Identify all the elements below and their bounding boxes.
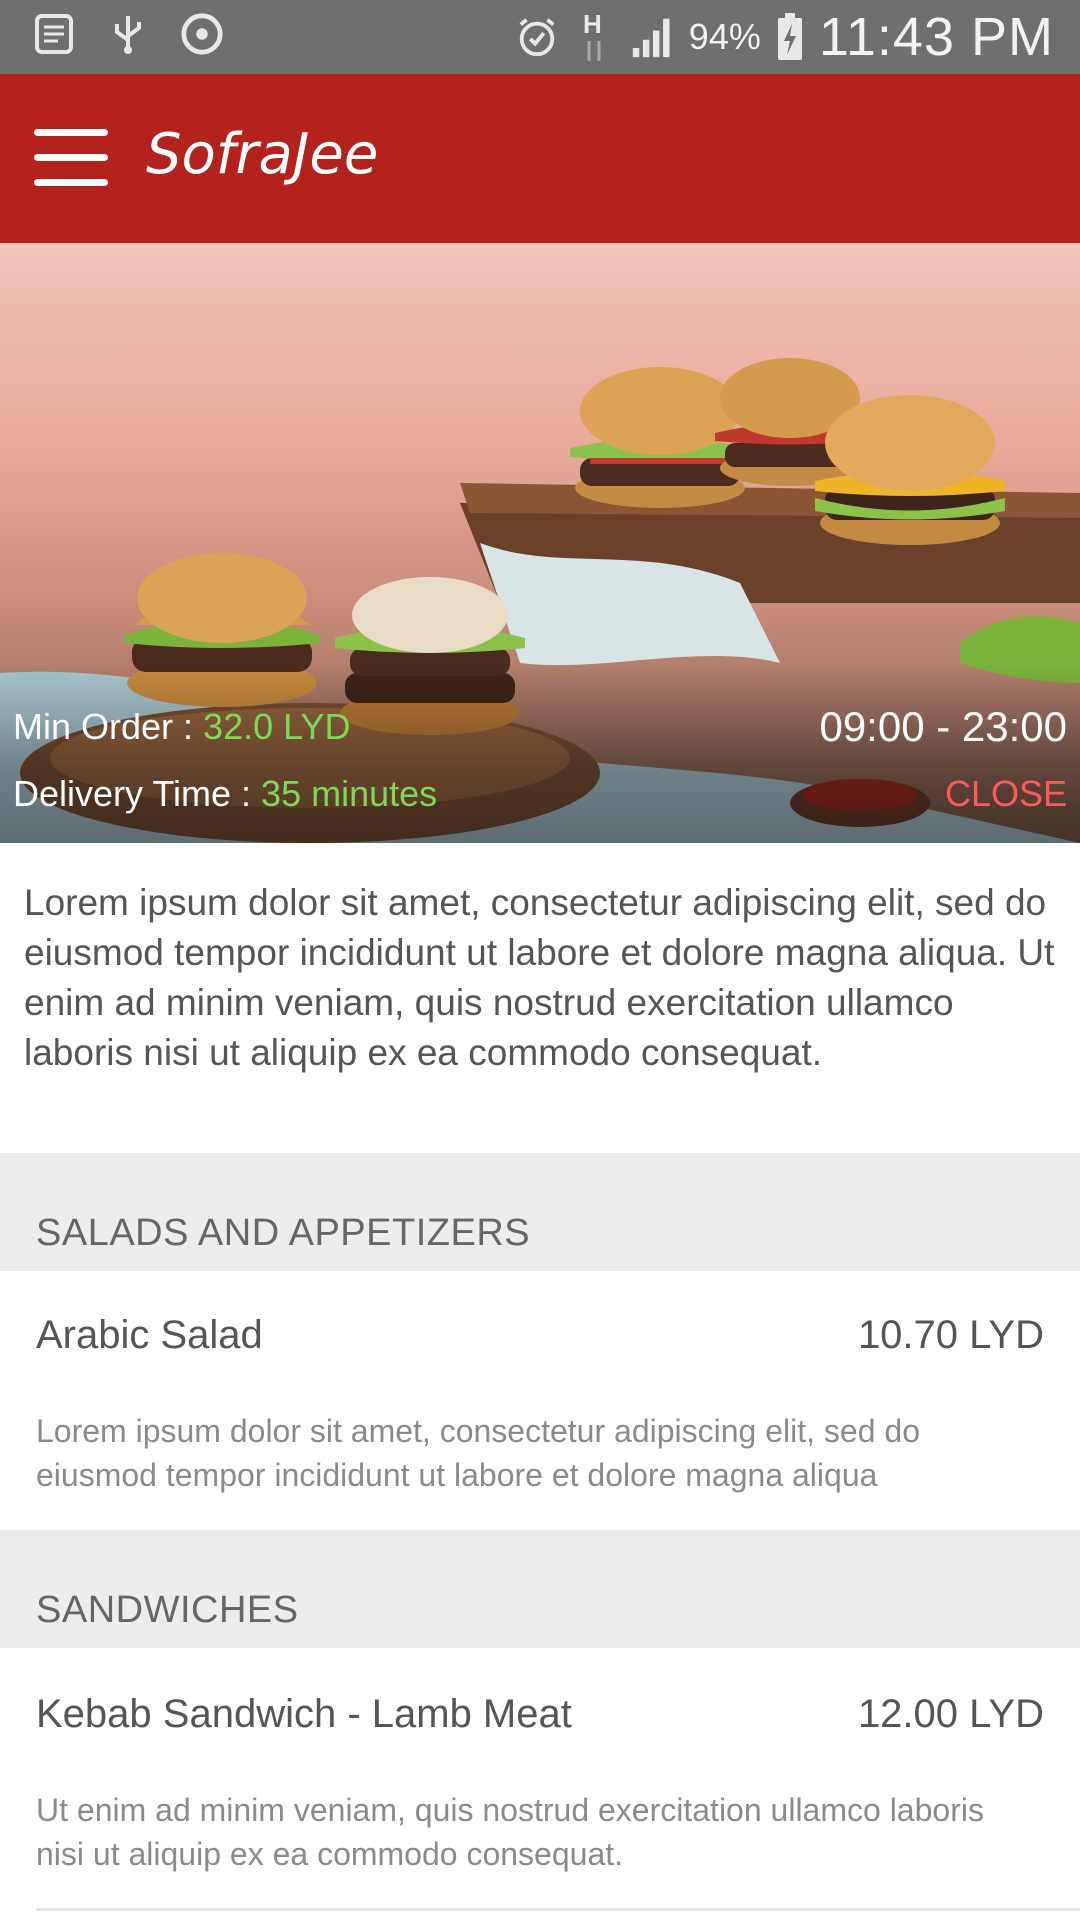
restaurant-hero-image: Min Order : 32.0 LYD 09:00 - 23:00 Deliv… bbox=[0, 243, 1080, 843]
item-name: Kebab Sandwich - Lamb Meat bbox=[36, 1692, 572, 1736]
signal-icon bbox=[631, 15, 675, 59]
hero-info-row-2: Delivery Time : 35 minutes CLOSE bbox=[13, 773, 1067, 815]
delivery-time-value: 35 minutes bbox=[261, 773, 438, 814]
delivery-time: Delivery Time : 35 minutes bbox=[13, 773, 437, 815]
hero-info-row-1: Min Order : 32.0 LYD 09:00 - 23:00 bbox=[13, 703, 1067, 751]
min-order: Min Order : 32.0 LYD bbox=[13, 706, 350, 748]
min-order-value: 32.0 LYD bbox=[203, 706, 351, 747]
svg-text:H: H bbox=[583, 9, 602, 39]
menu-item-arabic-salad[interactable]: Arabic Salad 10.70 LYD Lorem ipsum dolor… bbox=[0, 1271, 1080, 1529]
item-name: Arabic Salad bbox=[36, 1313, 263, 1357]
section-title: SALADS AND APPETIZERS bbox=[36, 1212, 531, 1254]
battery-percentage: 94% bbox=[688, 16, 761, 57]
network-arrows-icon: H bbox=[573, 9, 617, 61]
hero-overlay bbox=[0, 663, 1080, 843]
app-title: SofraJee bbox=[146, 122, 379, 187]
section-header-salads: SALADS AND APPETIZERS bbox=[0, 1153, 1080, 1271]
divider bbox=[36, 1908, 1080, 1911]
battery-charging-icon bbox=[775, 13, 805, 60]
restaurant-description: Lorem ipsum dolor sit amet, consectetur … bbox=[24, 882, 1055, 1073]
sync-icon bbox=[180, 12, 224, 56]
menu-item-kebab-sandwich[interactable]: Kebab Sandwich - Lamb Meat 12.00 LYD Ut … bbox=[0, 1650, 1080, 1906]
delivery-time-label: Delivery Time : bbox=[13, 773, 262, 814]
item-price: 12.00 LYD bbox=[857, 1692, 1044, 1736]
status-right-icons: H 94% 11:43 PM bbox=[515, 4, 1054, 70]
clock: 11:43 PM bbox=[818, 7, 1054, 67]
section-header-sandwiches: SANDWICHES bbox=[0, 1530, 1080, 1648]
status-bar: H 94% 11:43 PM bbox=[0, 0, 1080, 74]
app-bar: SofraJee bbox=[0, 74, 1080, 243]
section-title: SANDWICHES bbox=[36, 1589, 299, 1631]
alarm-icon bbox=[515, 15, 559, 59]
min-order-label: Min Order : bbox=[13, 706, 204, 747]
usb-icon bbox=[106, 12, 150, 56]
item-price: 10.70 LYD bbox=[857, 1313, 1044, 1357]
open-status-badge: CLOSE bbox=[944, 773, 1067, 814]
item-description: Ut enim ad minim veniam, quis nostrud ex… bbox=[36, 1792, 984, 1872]
hamburger-menu-icon[interactable] bbox=[34, 129, 110, 189]
notes-icon bbox=[32, 12, 76, 56]
item-description: Lorem ipsum dolor sit amet, consectetur … bbox=[36, 1413, 920, 1493]
status-left-icons bbox=[32, 12, 224, 56]
opening-hours: 09:00 - 23:00 bbox=[819, 703, 1067, 750]
